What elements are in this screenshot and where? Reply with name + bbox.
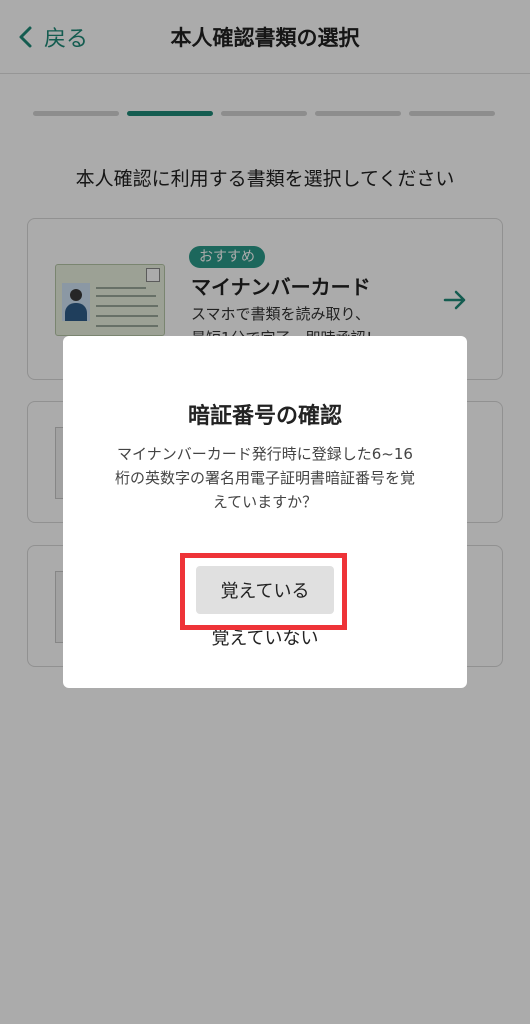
dialog-message-line-2: 桁の英数字の署名用電子証明書暗証番号を覚 <box>114 469 415 487</box>
dialog-message: マイナンバーカード発行時に登録した6~16 桁の英数字の署名用電子証明書暗証番号… <box>93 442 437 514</box>
pin-confirmation-dialog: 暗証番号の確認 マイナンバーカード発行時に登録した6~16 桁の英数字の署名用電… <box>63 336 467 688</box>
dialog-title: 暗証番号の確認 <box>187 404 342 429</box>
dialog-message-line-3: えていますか？ <box>212 493 318 511</box>
dialog-message-line-1: マイナンバーカード発行時に登録した6~16 <box>117 445 413 463</box>
highlight-box <box>180 553 347 630</box>
